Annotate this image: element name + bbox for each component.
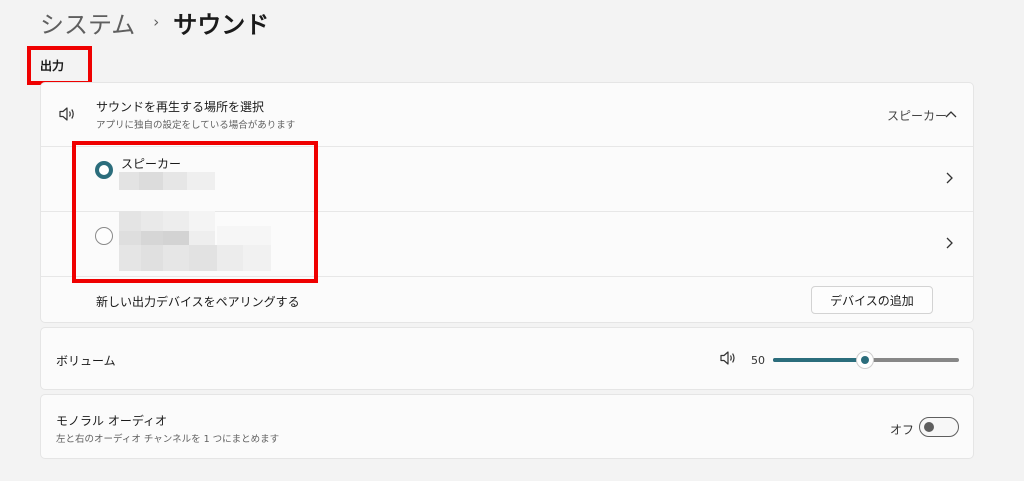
- chevron-right-icon[interactable]: [945, 169, 953, 188]
- mono-audio-toggle[interactable]: [919, 417, 959, 437]
- mono-audio-state: オフ: [890, 423, 915, 437]
- device-radio-2[interactable]: [95, 227, 113, 245]
- output-location-title: サウンドを再生する場所を選択: [96, 100, 265, 114]
- output-section-title: 出力: [40, 59, 65, 73]
- output-location-subtitle: アプリに独自の設定をしている場合があります: [96, 120, 296, 131]
- mono-audio-card: モノラル オーディオ 左と右のオーディオ チャンネルを 1 つにまとめます オフ: [40, 394, 974, 459]
- toggle-knob: [924, 422, 934, 432]
- breadcrumb-system-link[interactable]: システム: [40, 5, 135, 40]
- pair-device-label: 新しい出力デバイスをペアリングする: [96, 295, 300, 309]
- mono-audio-title: モノラル オーディオ: [56, 414, 167, 428]
- chevron-up-icon[interactable]: [943, 106, 959, 122]
- output-location-value: スピーカー: [887, 109, 948, 123]
- device-radio-speaker[interactable]: [95, 161, 113, 179]
- speaker-icon: [57, 105, 77, 123]
- chevron-right-icon[interactable]: [945, 234, 953, 253]
- volume-card: ボリューム 50: [40, 327, 974, 390]
- volume-label: ボリューム: [56, 354, 116, 368]
- device-name-speaker: スピーカー: [121, 157, 182, 171]
- pair-device-row: 新しい出力デバイスをペアリングする デバイスの追加: [41, 277, 973, 323]
- volume-value: 50: [751, 354, 765, 367]
- output-location-expander[interactable]: サウンドを再生する場所を選択 アプリに独自の設定をしている場合があります スピー…: [41, 83, 973, 146]
- output-card: サウンドを再生する場所を選択 アプリに独自の設定をしている場合があります スピー…: [40, 82, 974, 323]
- add-device-button[interactable]: デバイスの追加: [811, 286, 933, 314]
- output-device-2[interactable]: [41, 211, 973, 276]
- output-device-speaker[interactable]: スピーカー: [41, 147, 973, 211]
- page-title: サウンド: [173, 10, 270, 39]
- mono-audio-subtitle: 左と右のオーディオ チャンネルを 1 つにまとめます: [56, 434, 280, 445]
- volume-slider-fill: [773, 358, 865, 362]
- breadcrumb: システム › サウンド: [40, 4, 269, 40]
- speaker-small-icon[interactable]: [719, 350, 737, 366]
- volume-slider-thumb[interactable]: [856, 351, 874, 369]
- breadcrumb-separator-icon: ›: [153, 13, 160, 31]
